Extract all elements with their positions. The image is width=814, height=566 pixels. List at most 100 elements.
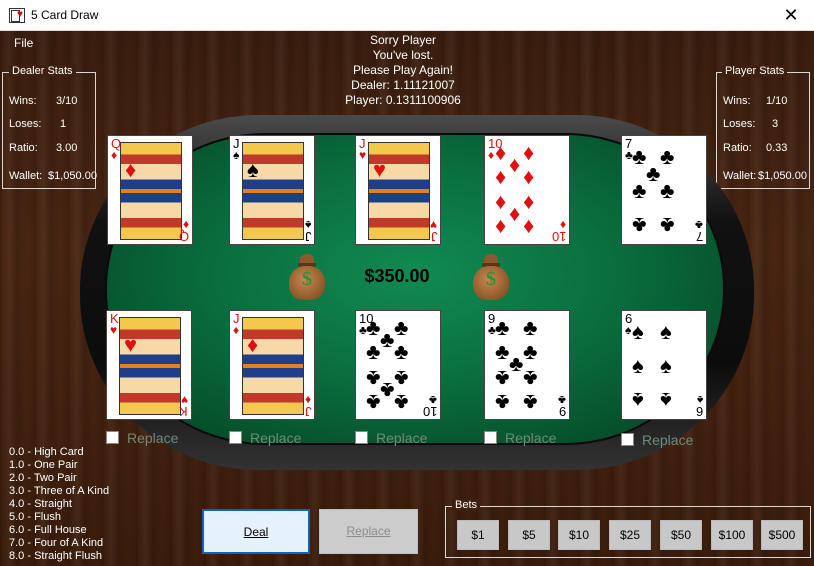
money-bag-icon: $ xyxy=(289,254,325,302)
player-stats-box: Player Stats Wins: 1/10 Loses: 3 Ratio: … xyxy=(716,65,810,189)
ratio-label: Ratio: xyxy=(723,142,752,154)
suit-pip-icon: ♦ xyxy=(523,215,535,240)
bet-button-1[interactable]: $1 xyxy=(457,520,499,550)
suit-pip-icon: ♠ xyxy=(632,388,644,413)
card-suit-icon: ♥ xyxy=(180,393,188,407)
bet-button-500[interactable]: $500 xyxy=(761,520,803,550)
hand-ranking-item: 1.0 - One Pair xyxy=(9,459,78,471)
face-suit-icon: ♦ xyxy=(125,157,137,182)
dealer-card-4: ♦ ♦ ♦ ♦ ♦ ♦ ♦ ♦ ♦ ♦ 10 ♦ 10 ♦ xyxy=(484,135,570,245)
suit-pip-icon: ♣ xyxy=(523,339,538,364)
replace-label-2[interactable]: Replace xyxy=(250,430,301,446)
face-card-art: ♦ xyxy=(120,142,182,240)
face-card-art: ♥ xyxy=(368,142,430,240)
suit-pip-icon: ♦ xyxy=(509,152,521,177)
card-suit-icon: ♦ xyxy=(111,148,118,162)
wins-label: Wins: xyxy=(9,95,37,107)
ratio-label: Ratio: xyxy=(9,142,38,154)
close-icon[interactable]: ✕ xyxy=(768,0,814,31)
deal-button[interactable]: Deal xyxy=(202,509,310,554)
card-suit-icon: ♣ xyxy=(558,393,566,407)
face-suit-icon: ♥ xyxy=(124,332,138,357)
card-suit-icon: ♥ xyxy=(359,148,367,162)
message-line: You've lost. xyxy=(372,48,434,62)
face-suit-icon: ♠ xyxy=(247,157,259,182)
card-suit-icon: ♠ xyxy=(696,393,703,407)
replace-label-5[interactable]: Replace xyxy=(642,432,693,448)
suit-pip-icon: ♣ xyxy=(660,178,675,203)
suit-pip-icon: ♣ xyxy=(366,390,381,415)
card-suit-icon: ♦ xyxy=(559,218,566,232)
replace-checkbox-4[interactable] xyxy=(484,431,497,444)
cards-app-icon xyxy=(9,8,25,23)
player-loses: 3 xyxy=(772,118,779,130)
card-suit-icon: ♥ xyxy=(110,323,118,337)
hand-ranking-item: 0.0 - High Card xyxy=(9,446,84,458)
player-ratio: 0.33 xyxy=(766,142,788,154)
suit-pip-icon: ♣ xyxy=(646,161,661,186)
menu-file[interactable]: File xyxy=(14,36,33,50)
suit-pip-icon: ♣ xyxy=(523,315,538,340)
bets-group: Bets $1 $5 $10 $25 $50 $100 $500 xyxy=(445,499,811,558)
suit-pip-icon: ♣ xyxy=(380,327,395,352)
money-bag-icon: $ xyxy=(473,254,509,302)
bet-button-50[interactable]: $50 xyxy=(660,520,702,550)
bet-button-100[interactable]: $100 xyxy=(711,520,753,550)
suit-pip-icon: ♦ xyxy=(523,164,535,189)
hand-ranking-item: 7.0 - Four of A Kind xyxy=(9,537,104,549)
hand-ranking-item: 4.0 - Straight xyxy=(9,498,72,510)
dealer-wins: 3/10 xyxy=(56,95,78,107)
bet-button-5[interactable]: $5 xyxy=(508,520,550,550)
suit-pip-icon: ♣ xyxy=(523,390,538,415)
suit-pip-icon: ♣ xyxy=(509,351,524,376)
hand-ranking-item: 6.0 - Full House xyxy=(9,524,87,536)
face-suit-icon: ♥ xyxy=(373,157,387,182)
deal-button-label: Deal xyxy=(243,525,269,539)
suit-pip-icon: ♣ xyxy=(523,366,538,391)
replace-label-4[interactable]: Replace xyxy=(505,430,556,446)
replace-button-label: Replace xyxy=(346,524,391,538)
card-suit-icon: ♣ xyxy=(625,148,633,162)
suit-pip-icon: ♣ xyxy=(394,339,409,364)
suit-pip-icon: ♠ xyxy=(632,319,644,344)
player-card-5: ♠ ♠ ♠ ♠ ♠ ♠ 6 ♠ 6 ♠ xyxy=(621,310,707,420)
loses-label: Loses: xyxy=(9,118,42,130)
suit-pip-icon: ♣ xyxy=(495,339,510,364)
suit-pip-icon: ♣ xyxy=(394,390,409,415)
bets-title: Bets xyxy=(452,499,481,511)
card-suit-icon: ♦ xyxy=(233,323,240,337)
replace-checkbox-2[interactable] xyxy=(229,431,242,444)
suit-pip-icon: ♣ xyxy=(632,213,647,238)
dealer-card-2: ♠ J ♠ J ♠ xyxy=(229,135,315,245)
card-suit-icon: ♣ xyxy=(488,323,496,337)
replace-checkbox-3[interactable] xyxy=(355,431,368,444)
card-suit-icon: ♣ xyxy=(359,323,367,337)
replace-checkbox-5[interactable] xyxy=(621,433,634,446)
player-stats-title: Player Stats xyxy=(722,65,788,77)
suit-pip-icon: ♠ xyxy=(660,353,672,378)
card-suit-icon: ♣ xyxy=(695,218,703,232)
result-message: Sorry Player You've lost. Please Play Ag… xyxy=(300,33,506,108)
player-card-3: ♣ ♣ ♣ ♣ ♣ ♣ ♣ ♣ ♣ ♣ 10 ♣ 10 ♣ xyxy=(355,310,441,420)
replace-label-1[interactable]: Replace xyxy=(127,430,178,446)
wallet-label: Wallet: xyxy=(9,170,43,182)
dealer-stats-box: Dealer Stats Wins: 3/10 Loses: 1 Ratio: … xyxy=(2,65,97,189)
player-card-4: ♣ ♣ ♣ ♣ ♣ ♣ ♣ ♣ ♣ 9 ♣ 9 ♣ xyxy=(484,310,570,420)
bet-button-25[interactable]: $25 xyxy=(609,520,651,550)
window-title: 5 Card Draw xyxy=(31,8,99,22)
wins-label: Wins: xyxy=(723,95,751,107)
pot-amount: $350.00 xyxy=(364,266,430,286)
dealer-wallet: $1,050.00 xyxy=(48,170,97,182)
dealer-card-3: ♥ J ♥ J ♥ xyxy=(355,135,441,245)
face-card-art: ♠ xyxy=(242,142,304,240)
hand-ranking-item: 8.0 - Straight Flush xyxy=(9,550,102,562)
hand-ranking-item: 3.0 - Three of A Kind xyxy=(9,485,110,497)
suit-pip-icon: ♦ xyxy=(509,203,521,228)
replace-button[interactable]: Replace xyxy=(319,509,418,554)
replace-checkbox-1[interactable] xyxy=(106,431,119,444)
replace-label-3[interactable]: Replace xyxy=(376,430,427,446)
suit-pip-icon: ♣ xyxy=(380,378,395,403)
card-suit-icon: ♦ xyxy=(304,393,311,407)
card-suit-icon: ♠ xyxy=(625,323,632,337)
bet-button-10[interactable]: $10 xyxy=(558,520,600,550)
